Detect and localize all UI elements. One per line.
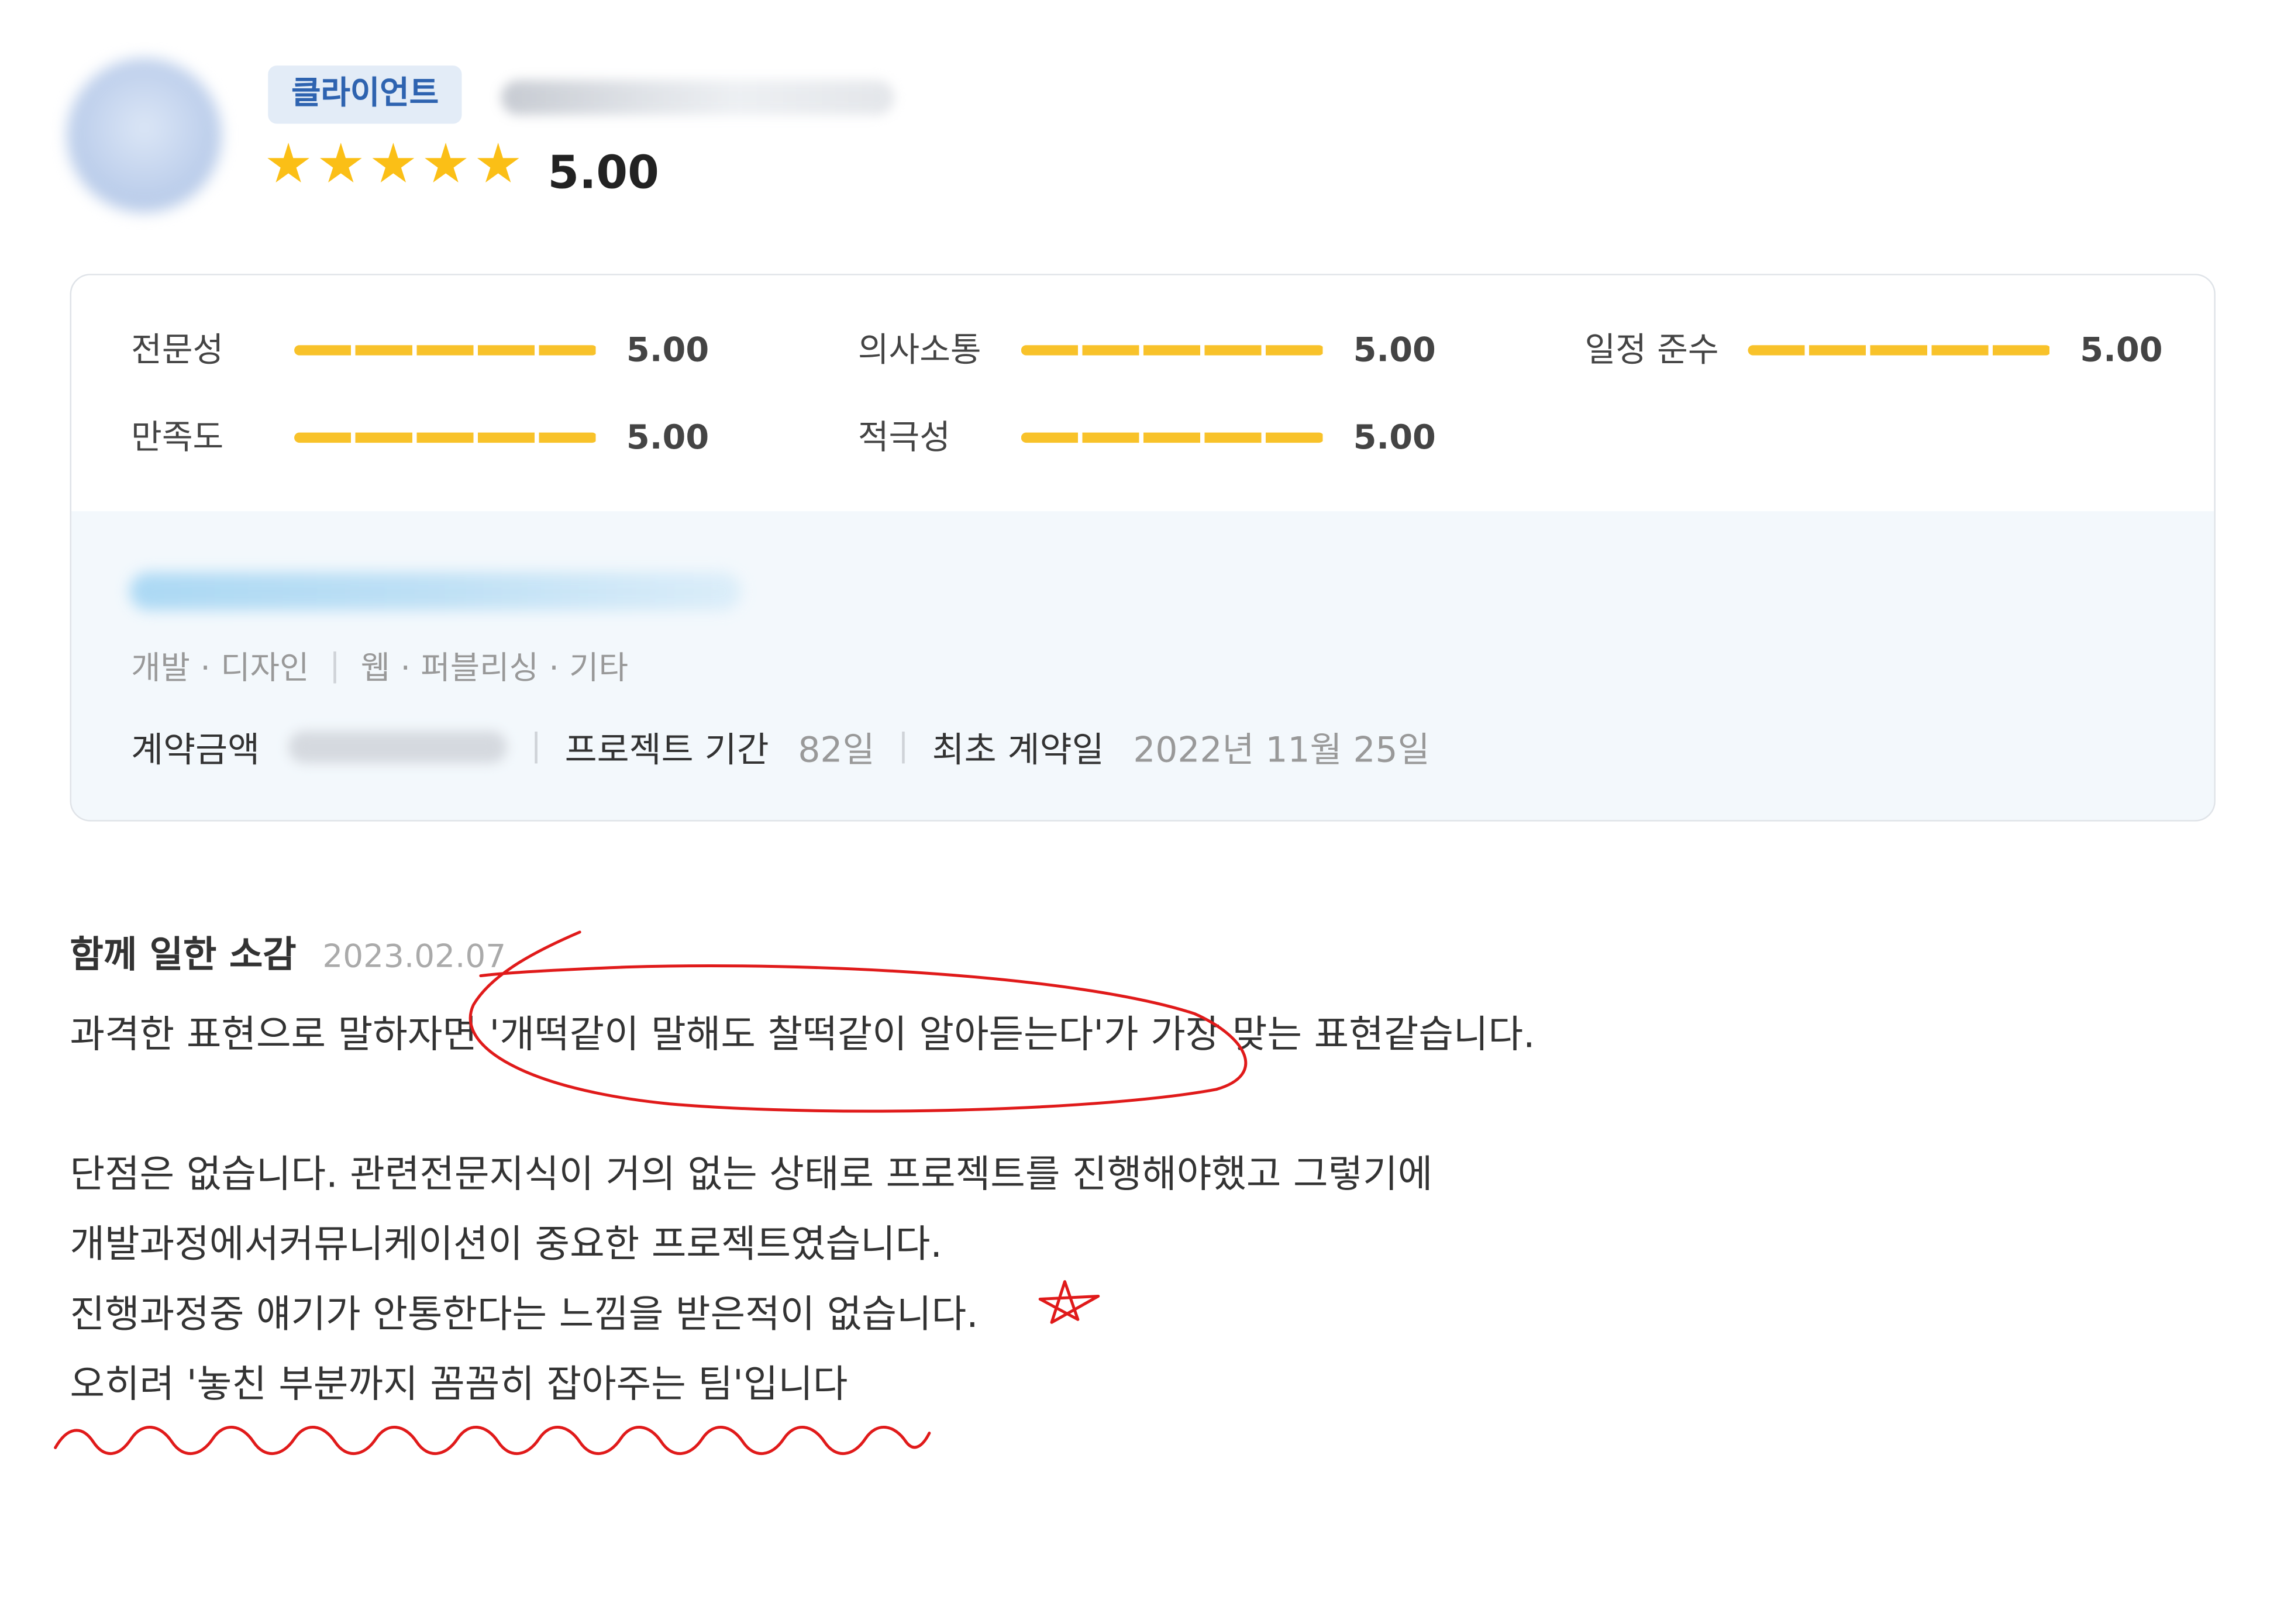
star-icon xyxy=(425,143,467,183)
metric-value: 5.00 xyxy=(1353,332,1436,370)
first-contract-value: 2022년 11월 25일 xyxy=(1133,729,1430,771)
star-icon xyxy=(477,143,519,183)
category-secondary: 웹 · 퍼블리싱 · 기타 xyxy=(360,651,628,688)
review-date: 2023.02.07 xyxy=(322,939,507,976)
metric-label: 의사소통 xyxy=(857,332,981,370)
review-page: 클라이언트 5.00 전문성 5.00 의사소통 5.00 일정 준수 5.00… xyxy=(0,0,2284,1624)
metric-value: 5.00 xyxy=(626,419,709,457)
metric-bar xyxy=(294,345,598,356)
review-line: 과격한 표현으로 말하자면 '개떡같이 말해도 찰떡같이 알아듣는다'가 가장 … xyxy=(70,1013,1535,1058)
metric-value: 5.00 xyxy=(1353,419,1436,457)
blurred-reviewer-name xyxy=(501,80,895,115)
review-title: 함께 일한 소감 xyxy=(70,933,297,976)
metric-bar xyxy=(294,432,598,443)
review-heading: 함께 일한 소감 2023.02.07 xyxy=(70,926,507,979)
role-badge: 클라이언트 xyxy=(268,65,462,124)
project-info: 개발 · 디자인 | 웹 · 퍼블리싱 · 기타 계약금액 | 프로젝트 기간 … xyxy=(71,511,2214,820)
contract-amount-label: 계약금액 xyxy=(131,729,260,771)
metric-bar xyxy=(1748,345,2051,356)
avatar xyxy=(67,58,222,213)
duration-value: 82일 xyxy=(798,729,875,771)
star-icon xyxy=(372,143,415,183)
blurred-project-title[interactable] xyxy=(129,572,742,611)
contract-details: 계약금액 | 프로젝트 기간 82일 | 최초 계약일 2022년 11월 25… xyxy=(131,721,1429,772)
duration-label: 프로젝트 기간 xyxy=(564,729,769,771)
review-line: 진행과정중 얘기가 안통한다는 느낌을 받은적이 없습니다. xyxy=(70,1293,979,1337)
rating-card: 전문성 5.00 의사소통 5.00 일정 준수 5.00 만족도 5.00 적… xyxy=(70,274,2216,822)
metric-label: 만족도 xyxy=(131,419,224,457)
divider: | xyxy=(530,728,542,765)
annotation-underline xyxy=(54,1425,931,1456)
first-contract-label: 최초 계약일 xyxy=(932,729,1104,771)
metric-value: 5.00 xyxy=(2080,332,2163,370)
star-icon xyxy=(319,143,362,183)
metric-bar xyxy=(1021,432,1324,443)
star-icon xyxy=(267,143,309,183)
divider: | xyxy=(898,728,909,765)
category-primary: 개발 · 디자인 xyxy=(131,651,309,688)
blurred-contract-amount xyxy=(288,730,508,763)
metric-value: 5.00 xyxy=(626,332,709,370)
annotation-star xyxy=(1038,1280,1100,1324)
review-line: 개발과정에서커뮤니케이션이 중요한 프로젝트였습니다. xyxy=(70,1223,942,1267)
review-line: 단점은 없습니다. 관련전문지식이 거의 없는 상태로 프로젝트를 진행해야했고… xyxy=(70,1153,1433,1198)
divider: | xyxy=(329,647,340,684)
overall-score: 5.00 xyxy=(547,147,659,200)
star-rating xyxy=(267,143,520,187)
metric-label: 전문성 xyxy=(131,332,224,370)
project-categories: 개발 · 디자인 | 웹 · 퍼블리싱 · 기타 xyxy=(131,642,628,689)
metric-label: 적극성 xyxy=(857,419,950,457)
review-line: 오히려 '놓친 부분까지 꼼꼼히 잡아주는 팀'입니다 xyxy=(70,1363,848,1407)
metric-bar xyxy=(1021,345,1324,356)
metric-label: 일정 준수 xyxy=(1584,332,1719,370)
